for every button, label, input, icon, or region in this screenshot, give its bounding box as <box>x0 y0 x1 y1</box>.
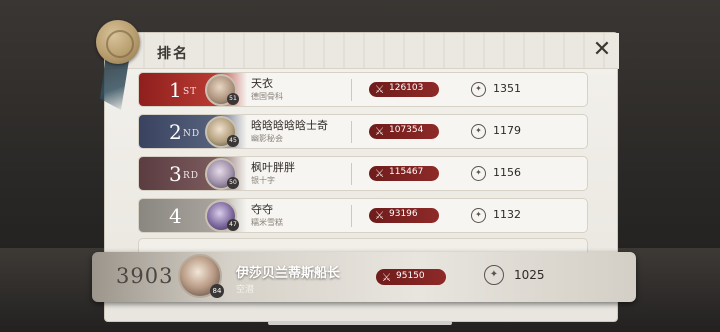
divider <box>351 163 352 185</box>
divider <box>351 79 352 101</box>
crossed-swords-icon: ⚔ <box>374 209 385 222</box>
leaderboard-row-5-partial[interactable] <box>138 238 588 252</box>
self-score-value: 1025 <box>514 268 545 282</box>
self-rank-number: 3903 <box>116 264 174 288</box>
rank-suffix: ST <box>183 87 198 97</box>
page-title: 排名 <box>157 46 189 62</box>
rank-suffix: RD <box>183 171 199 181</box>
self-player-name: 伊莎贝兰蒂斯船长 <box>236 266 341 281</box>
player-name: 夺夺 <box>251 203 273 216</box>
compass-icon: ✦ <box>471 208 486 223</box>
score-value: 1156 <box>493 166 521 179</box>
panel-header: 排名 <box>105 33 619 69</box>
close-icon: ✕ <box>592 37 612 62</box>
crossed-swords-icon: ⚔ <box>374 125 385 138</box>
score-value: 1351 <box>493 82 521 95</box>
self-rank-bar: 3903 84 伊莎贝兰蒂斯船长 空潜 ⚔ 95150 ✦ 1025 <box>92 252 636 302</box>
rank-number: 2 <box>169 120 182 144</box>
player-name: 枫叶胖胖 <box>251 161 295 174</box>
divider <box>351 121 352 143</box>
level-badge: 51 <box>227 93 239 105</box>
leaderboard-row-4[interactable]: 4 47 夺夺 糯米雪糕 ⚔ 93196 ✦ 1132 <box>138 198 588 233</box>
player-name: 晗晗晗晗晗士奇 <box>251 119 328 132</box>
level-badge: 45 <box>227 135 239 147</box>
player-name: 天衣 <box>251 77 273 90</box>
crossed-swords-icon: ⚔ <box>374 83 385 96</box>
self-level-badge: 84 <box>210 284 224 298</box>
leaderboard-row-2[interactable]: 2 ND 45 晗晗晗晗晗士奇 幽影秘会 ⚔ 107354 ✦ 1179 <box>138 114 588 149</box>
self-guild-name: 空潜 <box>236 285 255 295</box>
leaderboard-row-3[interactable]: 3 RD 50 枫叶胖胖 银十字 ⚔ 115467 ✦ 1156 <box>138 156 588 191</box>
power-pill: ⚔ 126103 <box>369 82 439 97</box>
power-value: 126103 <box>389 83 424 93</box>
guild-name: 德国骨科 <box>251 92 283 101</box>
rank-number: 4 <box>169 204 182 228</box>
divider <box>351 205 352 227</box>
wax-seal-icon <box>96 20 140 64</box>
rank-number: 3 <box>169 162 182 186</box>
score-value: 1132 <box>493 208 521 221</box>
power-value: 107354 <box>389 125 424 135</box>
compass-icon: ✦ <box>484 265 504 285</box>
compass-icon: ✦ <box>471 166 486 181</box>
self-power-value: 95150 <box>396 271 425 281</box>
leaderboard-row-1[interactable]: 1 ST 51 天衣 德国骨科 ⚔ 126103 ✦ 1351 <box>138 72 588 107</box>
level-badge: 50 <box>227 177 239 189</box>
compass-icon: ✦ <box>471 124 486 139</box>
level-badge: 47 <box>227 219 239 231</box>
rank-number: 1 <box>169 78 182 102</box>
crossed-swords-icon: ⚔ <box>381 270 392 284</box>
power-value: 115467 <box>389 167 424 177</box>
power-pill: ⚔ 107354 <box>369 124 439 139</box>
guild-name: 糯米雪糕 <box>251 218 283 227</box>
power-value: 93196 <box>389 209 418 219</box>
guild-name: 幽影秘会 <box>251 134 283 143</box>
score-value: 1179 <box>493 124 521 137</box>
self-power-pill: ⚔ 95150 <box>376 269 446 285</box>
power-pill: ⚔ 93196 <box>369 208 439 223</box>
close-button[interactable]: ✕ <box>590 38 614 62</box>
rank-suffix: ND <box>183 129 201 139</box>
guild-name: 银十字 <box>251 176 275 185</box>
compass-icon: ✦ <box>471 82 486 97</box>
home-indicator[interactable] <box>268 321 452 325</box>
crossed-swords-icon: ⚔ <box>374 167 385 180</box>
power-pill: ⚔ 115467 <box>369 166 439 181</box>
